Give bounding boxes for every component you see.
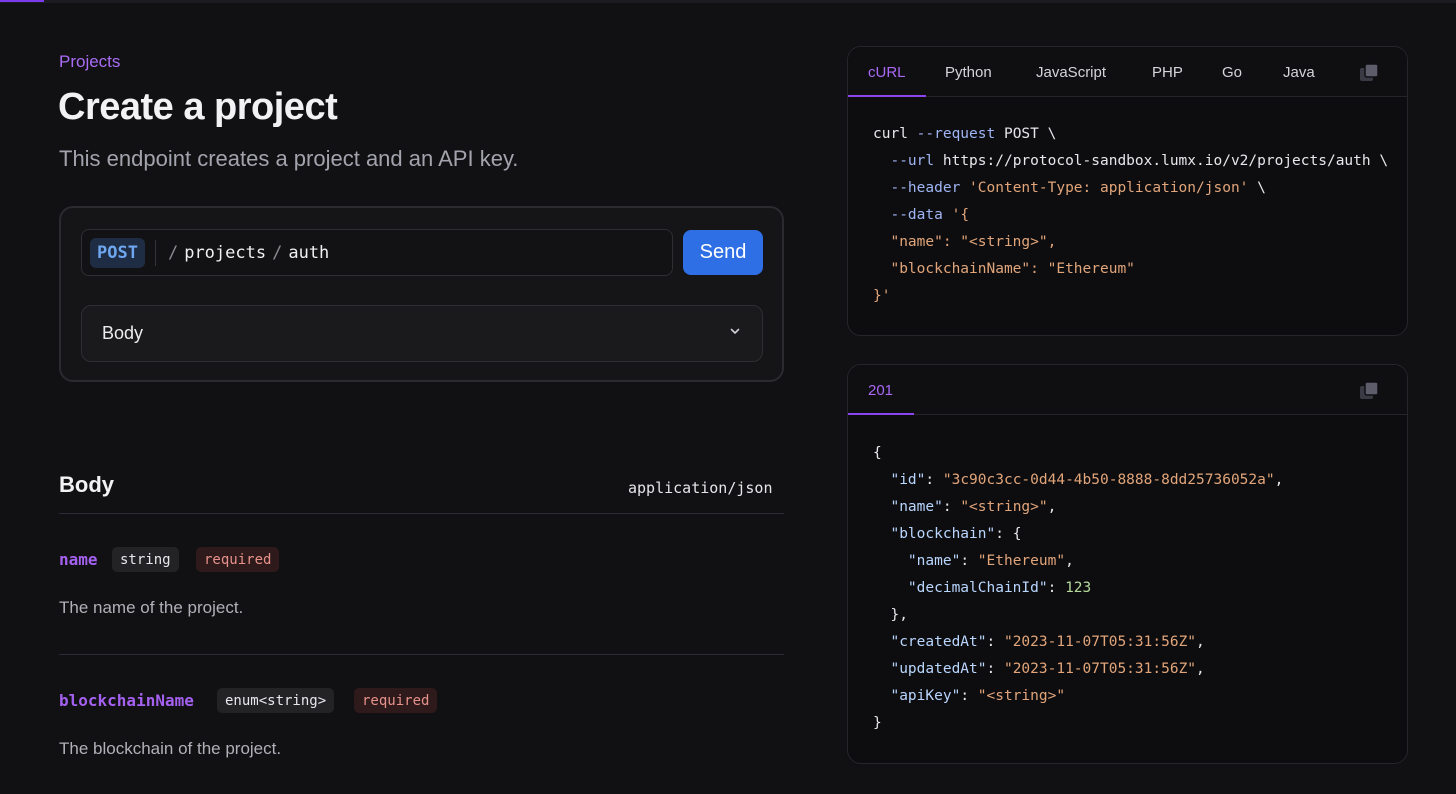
body-accordion-label: Body: [102, 323, 144, 343]
code-token: "blockchainName": "Ethereum": [890, 261, 1135, 277]
response-tabs: 201: [848, 365, 1407, 415]
tab-javascript[interactable]: JavaScript: [1036, 47, 1106, 97]
body-accordion[interactable]: Body: [81, 305, 763, 362]
code-token: "updatedAt": [890, 661, 987, 677]
code-token: "Ethereum": [977, 553, 1066, 569]
code-token: "<string>": [977, 688, 1066, 704]
tab-go[interactable]: Go: [1222, 47, 1242, 97]
param-name: name: [59, 550, 98, 569]
endpoint-path: / projects / auth: [168, 243, 329, 263]
api-playground: POST / projects / auth Send Body: [59, 206, 784, 382]
param-description: The name of the project.: [59, 598, 244, 617]
code-token: "<string>": [960, 499, 1048, 515]
param-description: The blockchain of the project.: [59, 739, 282, 758]
code-token: }': [873, 288, 891, 304]
code-token: "id": [890, 472, 926, 488]
code-token: \: [1379, 153, 1389, 169]
code-token: "2023-11-07T05:31:56Z": [1003, 634, 1197, 650]
code-token: "name": [907, 553, 961, 569]
code-token: "decimalChainId": [907, 580, 1048, 596]
request-code-panel: cURL Python JavaScript PHP Go Java curl …: [847, 46, 1408, 336]
tab-java[interactable]: Java: [1283, 47, 1315, 97]
code-token: "blockchain": [890, 526, 996, 542]
language-tabs: cURL Python JavaScript PHP Go Java: [848, 47, 1407, 97]
code-token: --header: [890, 180, 961, 196]
code-token: {: [873, 445, 882, 461]
page-title: Create a project: [58, 86, 338, 128]
tab-status-201[interactable]: 201: [868, 365, 893, 415]
path-slash: /: [272, 242, 283, 263]
code-token: 'Content-Type: application/json': [969, 180, 1249, 196]
code-token: \: [1257, 180, 1266, 196]
code-token: \: [1047, 126, 1057, 142]
code-token: POST: [1003, 126, 1039, 142]
code-token: curl: [873, 126, 908, 142]
code-token: --url: [890, 153, 935, 169]
param-type-chip: string: [112, 547, 179, 572]
content-type: application/json: [628, 479, 773, 497]
required-badge: required: [196, 547, 280, 572]
path-slash: /: [167, 242, 179, 263]
path-segment-projects: projects: [184, 242, 267, 263]
code-token: "2023-11-07T05:31:56Z": [1003, 661, 1197, 677]
tab-curl[interactable]: cURL: [868, 47, 906, 97]
breadcrumb[interactable]: Projects: [59, 52, 120, 72]
active-tab-indicator: [848, 95, 926, 97]
response-json: { "id": "3c90c3cc-0d44-4b50-8888-8dd2573…: [873, 445, 1284, 731]
top-accent: [0, 0, 44, 2]
required-badge: required: [354, 688, 438, 713]
send-button[interactable]: Send: [683, 230, 763, 275]
divider: [59, 513, 784, 514]
code-token: "name": "<string>",: [890, 234, 1057, 250]
code-token: "3c90c3cc-0d44-4b50-8888-8dd25736052a": [942, 472, 1275, 488]
copy-icon[interactable]: [1358, 62, 1380, 84]
copy-icon[interactable]: [1358, 380, 1380, 402]
tab-python[interactable]: Python: [945, 47, 992, 97]
code-token: --data: [890, 207, 943, 223]
top-border: [0, 0, 1456, 3]
code-token: "name": [890, 499, 943, 515]
code-token: },: [890, 607, 908, 623]
divider: [59, 654, 784, 655]
code-token: 123: [1065, 580, 1092, 596]
path-segment-auth: auth: [288, 242, 330, 263]
method-badge: POST: [90, 237, 145, 268]
code-token: "apiKey": [890, 688, 961, 704]
body-heading: Body: [59, 472, 114, 497]
code-token: https://protocol-sandbox.lumx.io/v2/proj…: [942, 153, 1371, 169]
response-code-panel: 201 { "id": "3c90c3cc-0d44-4b50-8888-8dd…: [847, 364, 1408, 764]
tab-php[interactable]: PHP: [1152, 47, 1183, 97]
chevron-down-icon: [730, 328, 740, 334]
separator: [154, 239, 156, 266]
curl-code: curl --request POST \ --url https://prot…: [873, 121, 1388, 310]
page-description: This endpoint creates a project and an A…: [59, 146, 519, 171]
code-token: '{: [951, 207, 970, 223]
param-type-chip: enum<string>: [217, 688, 335, 713]
param-name: blockchainName: [59, 691, 194, 710]
endpoint-bar: POST / projects / auth: [81, 229, 673, 276]
code-token: }: [873, 715, 882, 731]
active-tab-indicator: [848, 413, 914, 415]
code-token: --request: [916, 126, 996, 142]
code-token: "createdAt": [890, 634, 987, 650]
